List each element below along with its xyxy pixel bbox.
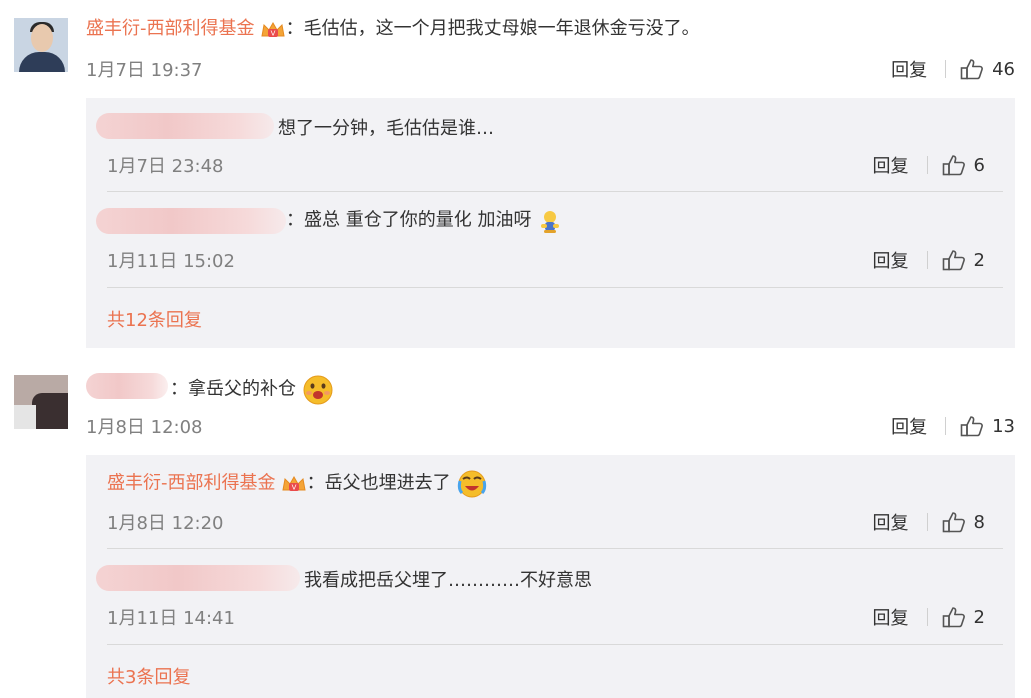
comment-actions: 回复 46 [891, 56, 1015, 82]
action-divider [926, 251, 928, 269]
reply-time: 1月7日 23:48 [107, 156, 224, 177]
thumbs-up-icon[interactable] [942, 511, 966, 533]
thumbs-up-icon[interactable] [942, 154, 966, 176]
reply-button[interactable]: 回复 [873, 247, 909, 273]
like-count: 46 [992, 58, 1015, 80]
comment-text: 毛估估，这一个月把我丈母娘一年退休金亏没了。 [303, 18, 700, 39]
emoji-icon [303, 375, 333, 405]
reply-text: 想了一分钟，毛估估是谁… [278, 118, 494, 139]
reply-actions: 回复 2 [873, 604, 985, 630]
reply-list: 盛丰衍-西部利得基金 V ：岳父也埋进去了 1月8日 12:20 回复 8 我看… [86, 455, 1015, 698]
reply-button[interactable]: 回复 [873, 152, 909, 178]
username-link[interactable]: 盛丰衍-西部利得基金 [86, 18, 255, 39]
like-count: 13 [992, 415, 1015, 437]
emoji-icon [457, 470, 486, 498]
action-divider [945, 60, 947, 78]
separator: ： [286, 209, 304, 231]
like-count: 2 [973, 606, 985, 628]
emoji-icon [540, 211, 559, 233]
divider [107, 548, 1003, 549]
comment-time: 1月8日 12:08 [86, 417, 203, 438]
like-count: 6 [973, 154, 985, 176]
comment-text: 拿岳父的补仓 [188, 378, 296, 400]
action-divider [926, 608, 928, 626]
reply-time: 1月11日 15:02 [107, 251, 235, 272]
like-count: 8 [973, 511, 985, 533]
divider [107, 644, 1003, 645]
divider [107, 287, 1003, 288]
username-link[interactable]: 盛丰衍-西部利得基金 [107, 473, 276, 494]
avatar[interactable] [14, 375, 68, 429]
reply-text: 我看成把岳父埋了…………不好意思 [304, 570, 592, 591]
reply-time: 1月8日 12:20 [107, 513, 224, 534]
more-replies-link[interactable]: 共12条回复 [107, 306, 202, 332]
reply-text: 岳父也埋进去了 [324, 472, 451, 494]
comment-time: 1月7日 19:37 [86, 60, 203, 81]
blurred-username [96, 208, 286, 234]
comment-actions: 回复 13 [891, 413, 1015, 439]
action-divider [926, 513, 928, 531]
vip-crown-icon: V [281, 475, 306, 492]
like-count: 2 [973, 249, 985, 271]
avatar[interactable] [14, 18, 68, 72]
comment-line: ：拿岳父的补仓 [170, 374, 335, 406]
reply-text: 盛总 重仓了你的量化 加油呀 [304, 209, 532, 231]
reply-actions: 回复 6 [873, 152, 985, 178]
thumbs-up-icon[interactable] [942, 606, 966, 628]
reply-button[interactable]: 回复 [891, 413, 927, 439]
divider [107, 191, 1003, 192]
thumbs-up-icon[interactable] [960, 58, 984, 80]
reply-actions: 回复 8 [873, 509, 985, 535]
reply-list: 想了一分钟，毛估估是谁… 1月7日 23:48 回复 6 ：盛总 重仓了你的量化… [86, 98, 1015, 348]
separator: ： [170, 378, 188, 400]
comment-line: 盛丰衍-西部利得基金 V ：毛估估，这一个月把我丈母娘一年退休金亏没了。 [86, 17, 700, 41]
thumbs-up-icon[interactable] [960, 415, 984, 437]
svg-text:V: V [291, 484, 296, 492]
reply-button[interactable]: 回复 [873, 509, 909, 535]
thumbs-up-icon[interactable] [942, 249, 966, 271]
blurred-username [96, 565, 300, 591]
reply-line: 盛丰衍-西部利得基金 V ：岳父也埋进去了 [107, 469, 488, 499]
blurred-username [86, 373, 168, 399]
separator: ： [285, 18, 304, 39]
separator: ： [306, 472, 325, 494]
reply-actions: 回复 2 [873, 247, 985, 273]
vip-crown-icon: V [260, 21, 285, 37]
svg-text:V: V [270, 29, 275, 37]
reply-button[interactable]: 回复 [873, 604, 909, 630]
reply-line: ：盛总 重仓了你的量化 加油呀 [286, 208, 563, 234]
reply-button[interactable]: 回复 [891, 56, 927, 82]
reply-time: 1月11日 14:41 [107, 608, 235, 629]
blurred-username [96, 113, 274, 139]
action-divider [926, 156, 928, 174]
more-replies-link[interactable]: 共3条回复 [107, 663, 190, 689]
action-divider [945, 417, 947, 435]
